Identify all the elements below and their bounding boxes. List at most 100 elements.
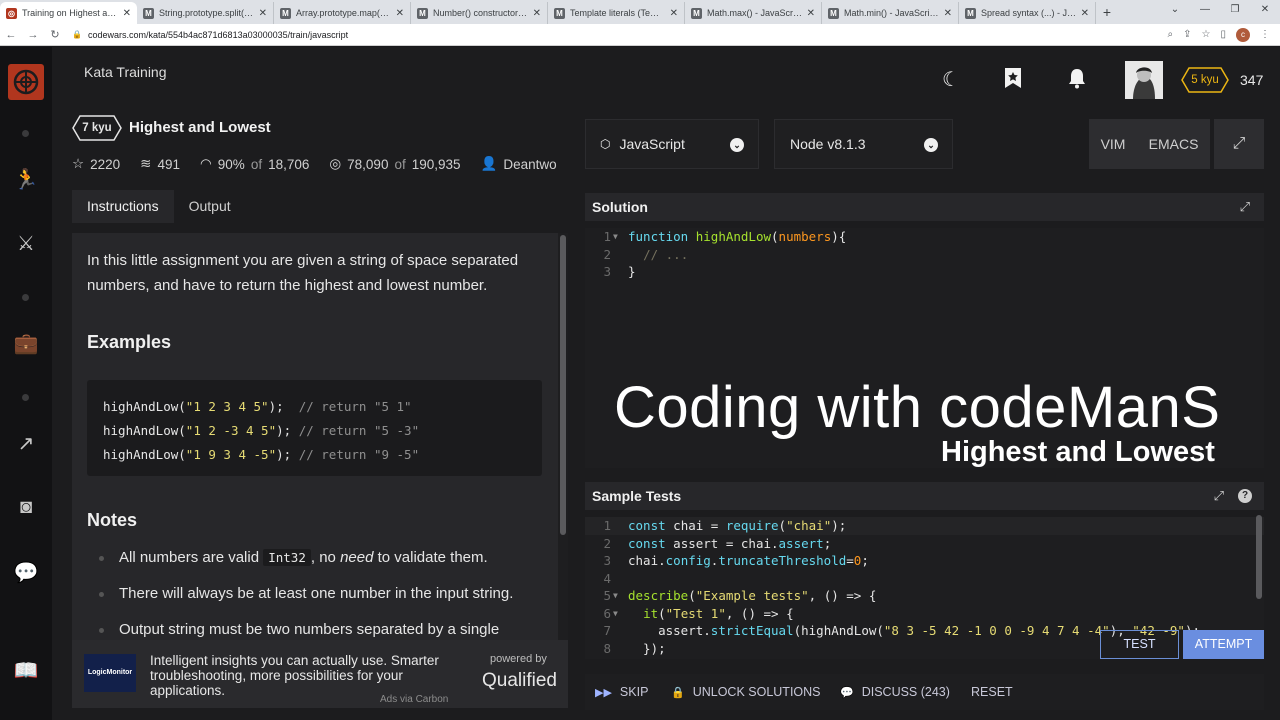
carbon-ad[interactable]: LogicMonitor Intelligent insights you ca…	[72, 640, 568, 708]
sidebar-icon[interactable]: ▯	[1220, 29, 1226, 40]
code-line: highAndLow("1 2 3 4 5"); // return "5 1"	[103, 399, 412, 414]
discuss-button[interactable]: 💬 DISCUSS (243)	[840, 674, 950, 710]
code-line: highAndLow("1 2 -3 4 5"); // return "5 -…	[103, 423, 420, 438]
avatar[interactable]	[1125, 61, 1163, 99]
solution-header: Solution ⤢	[585, 193, 1264, 221]
author-stat[interactable]: 👤 Deantwo	[481, 156, 557, 172]
browser-tab[interactable]: ◎Training on Highest and Lo✕	[0, 2, 137, 24]
skip-button[interactable]: ▶▶ SKIP	[595, 674, 648, 710]
mdn-icon: M	[691, 7, 702, 19]
unlock-solutions-button[interactable]: 🔒 UNLOCK SOLUTIONS	[671, 674, 821, 710]
back-icon[interactable]: ←	[0, 29, 22, 41]
share-icon[interactable]: ⇪	[1183, 29, 1191, 40]
close-icon[interactable]: ✕	[944, 8, 952, 19]
ad-text[interactable]: Intelligent insights you can actually us…	[150, 653, 460, 698]
codewars-logo[interactable]	[8, 64, 44, 100]
url-field[interactable]: 🔒 codewars.com/kata/554b4ac871d6813a0300…	[72, 30, 1168, 40]
lock-icon: 🔒	[72, 30, 82, 39]
mdn-icon: M	[417, 7, 428, 19]
list-item: All numbers are valid Int32, no need to …	[99, 545, 539, 581]
instructions-scrollbar[interactable]	[558, 233, 568, 643]
editor-mode-group: VIM EMACS	[1089, 119, 1210, 169]
kata-description: In this little assignment you are given …	[87, 252, 519, 294]
browser-tab[interactable]: M String.prototype.split() - Ja ✕	[137, 2, 274, 24]
codewars-icon: ◎	[6, 7, 17, 19]
briefcase-icon[interactable]: 💼	[0, 331, 52, 356]
close-icon[interactable]: ✕	[259, 8, 267, 19]
codewars-app: 🏃 ⚔ 💼 ↗ ◙ 💬 📖 Kata Training ☾ 5 kyu 347 …	[0, 47, 1280, 720]
leaderboard-icon[interactable]: ↗	[0, 431, 52, 456]
attempt-button[interactable]: ATTEMPT	[1183, 630, 1264, 659]
chat-icon: 💬	[840, 687, 854, 699]
code-line: 3 chai.config.truncateThreshold=0;	[603, 553, 869, 568]
version-select[interactable]: Node v8.1.3 ⌄	[774, 119, 953, 169]
close-icon[interactable]: ✕	[1081, 8, 1089, 19]
close-icon[interactable]: ✕	[670, 8, 678, 19]
browser-tab[interactable]: M Number() constructor - Ja ✕	[411, 2, 548, 24]
maximize-icon[interactable]: ❐	[1220, 0, 1250, 22]
browser-tab[interactable]: MTemplate literals (Template✕	[548, 2, 685, 24]
sample-tests-header: Sample Tests ⤢ ?	[585, 482, 1264, 510]
chevron-down-icon[interactable]: ⌄	[1160, 0, 1190, 22]
moon-icon[interactable]: ☾	[942, 67, 960, 92]
mdn-icon: M	[143, 7, 154, 19]
qualified-logo[interactable]: Qualified	[482, 670, 557, 692]
honor-score: 347	[1240, 72, 1264, 88]
reset-button[interactable]: RESET	[971, 674, 1013, 710]
browser-tab[interactable]: M Array.prototype.map() - Ja ✕	[274, 2, 411, 24]
test-button[interactable]: TEST	[1100, 630, 1179, 659]
mdn-icon: M	[280, 7, 291, 19]
browser-tab[interactable]: MMath.max() - JavaScript | M✕	[685, 2, 822, 24]
chat-icon[interactable]: 💬	[0, 560, 52, 585]
close-window-icon[interactable]: ✕	[1250, 0, 1280, 22]
close-icon[interactable]: ✕	[533, 8, 541, 19]
browser-tab[interactable]: MSpread syntax (...) - JavaSc✕	[959, 2, 1096, 24]
ad-logo: LogicMonitor	[84, 654, 136, 692]
bell-icon[interactable]	[1066, 67, 1088, 95]
language-select[interactable]: ⬡ JavaScript ⌄	[585, 119, 759, 169]
tab-output[interactable]: Output	[174, 190, 246, 223]
collections-stat[interactable]: ≋ 491	[140, 156, 180, 172]
menu-icon[interactable]: ⋮	[1260, 29, 1270, 40]
forward-icon[interactable]: →	[22, 29, 44, 41]
fullscreen-icon[interactable]: ⤢	[1214, 119, 1264, 169]
help-icon[interactable]: ?	[1238, 489, 1252, 503]
reload-icon[interactable]: ↻	[44, 28, 66, 41]
target-icon: ◎	[329, 156, 342, 171]
browser-tab[interactable]: MMath.min() - JavaScript | M✕	[822, 2, 959, 24]
kumite-icon[interactable]: ⚔	[0, 231, 52, 256]
docs-icon[interactable]: 📖	[0, 658, 52, 683]
code-line: 3}	[603, 264, 636, 279]
code-line: 2 const assert = chai.assert;	[603, 535, 832, 551]
chevron-down-icon: ⌄	[730, 138, 744, 152]
profile-avatar[interactable]: c	[1236, 27, 1250, 42]
skip-icon: ▶▶	[595, 687, 612, 699]
vim-mode-button[interactable]: VIM	[1101, 136, 1126, 152]
chevron-down-icon: ⌄	[924, 138, 938, 152]
code-line: 1 ▼ function highAndLow(numbers){	[603, 229, 847, 244]
code-line: 6 ▼ it("Test 1", () => {	[603, 605, 794, 621]
practice-icon[interactable]: 🏃	[0, 167, 52, 192]
expand-icon[interactable]: ⤢	[1214, 482, 1224, 510]
powered-by-label: powered by	[490, 653, 547, 665]
discord-icon[interactable]: ◙	[0, 496, 52, 519]
zoom-icon[interactable]: ⌕	[1168, 29, 1174, 40]
notes-list: All numbers are valid Int32, no need to …	[99, 545, 539, 643]
bookmark-star-icon[interactable]: ☆	[1202, 29, 1211, 40]
code-line: 1 const chai = require("chai");	[585, 517, 1264, 535]
emacs-mode-button[interactable]: EMACS	[1149, 136, 1199, 152]
tab-instructions[interactable]: Instructions	[72, 190, 174, 223]
minimize-icon[interactable]: —	[1190, 0, 1220, 22]
expand-icon[interactable]: ⤢	[1240, 193, 1250, 221]
left-sidebar: 🏃 ⚔ 💼 ↗ ◙ 💬 📖	[0, 47, 52, 720]
close-icon[interactable]: ✕	[123, 8, 131, 19]
new-tab-icon[interactable]: +	[1096, 2, 1118, 24]
examples-heading: Examples	[87, 332, 172, 352]
ad-via[interactable]: Ads via Carbon	[380, 694, 448, 705]
action-bar: ▶▶ SKIP 🔒 UNLOCK SOLUTIONS 💬 DISCUSS (243) …	[585, 674, 1264, 710]
close-icon[interactable]: ✕	[807, 8, 815, 19]
rank-badge[interactable]: 5 kyu	[1181, 67, 1229, 93]
stars-stat[interactable]: ☆ 2220	[72, 156, 120, 172]
bookmark-icon[interactable]	[1003, 67, 1023, 95]
close-icon[interactable]: ✕	[396, 8, 404, 19]
